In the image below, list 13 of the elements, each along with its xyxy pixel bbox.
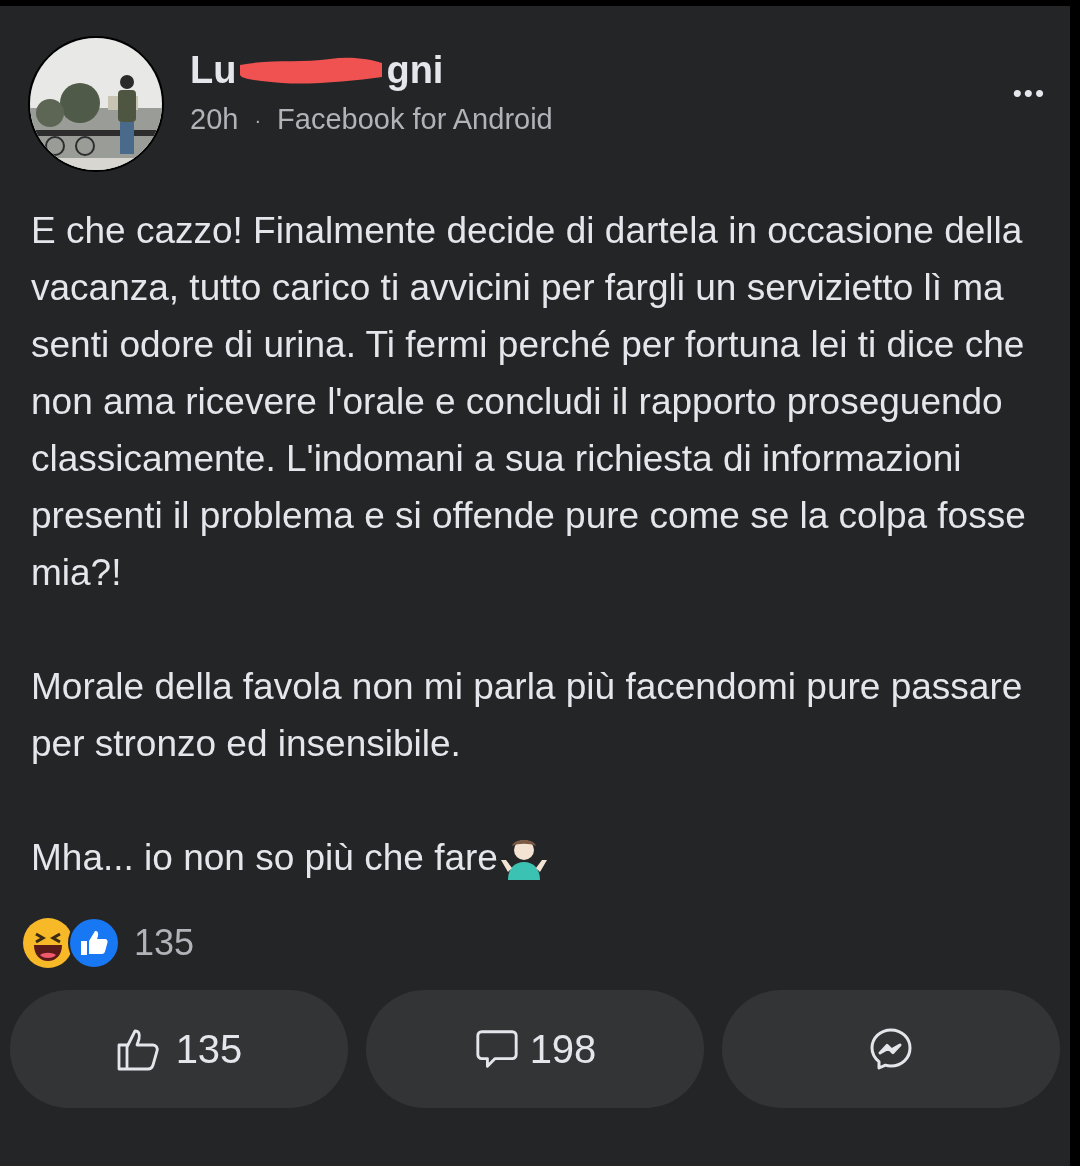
author-name[interactable]: Lu xyxy=(190,46,237,94)
post-text: Mha... io non so più che fare xyxy=(31,836,498,880)
author-name[interactable]: gni xyxy=(386,46,444,94)
separator-dot: · xyxy=(254,107,262,133)
like-reaction-icon xyxy=(68,917,120,969)
post-source: Facebook for Android xyxy=(277,102,553,137)
post-text: E che cazzo! Finalmente decide di dartela in occasione della vacanza, tutto carico ti avvicini per fargli un servizietto lì ma senti odore di urina. Ti fermi perché per fortuna lei ti dice che non ama ricevere l'orale e concludi il rapporto proseguendo classicamente. L'indomani a sua richiesta di informazioni presenti il problema e si offende pure come se la colpa fosse mia?! xyxy=(31,209,1027,595)
like-button[interactable]: 135 xyxy=(10,990,348,1108)
post-text: Morale della favola non mi parla più facendomi pure passare per stronzo ed insensibile. xyxy=(31,665,1024,766)
comment-button[interactable]: 198 xyxy=(366,990,704,1108)
post-time[interactable]: 20h xyxy=(190,98,239,142)
reaction-count[interactable]: 135 xyxy=(134,916,195,970)
more-options-button[interactable]: ••• xyxy=(1012,74,1046,113)
